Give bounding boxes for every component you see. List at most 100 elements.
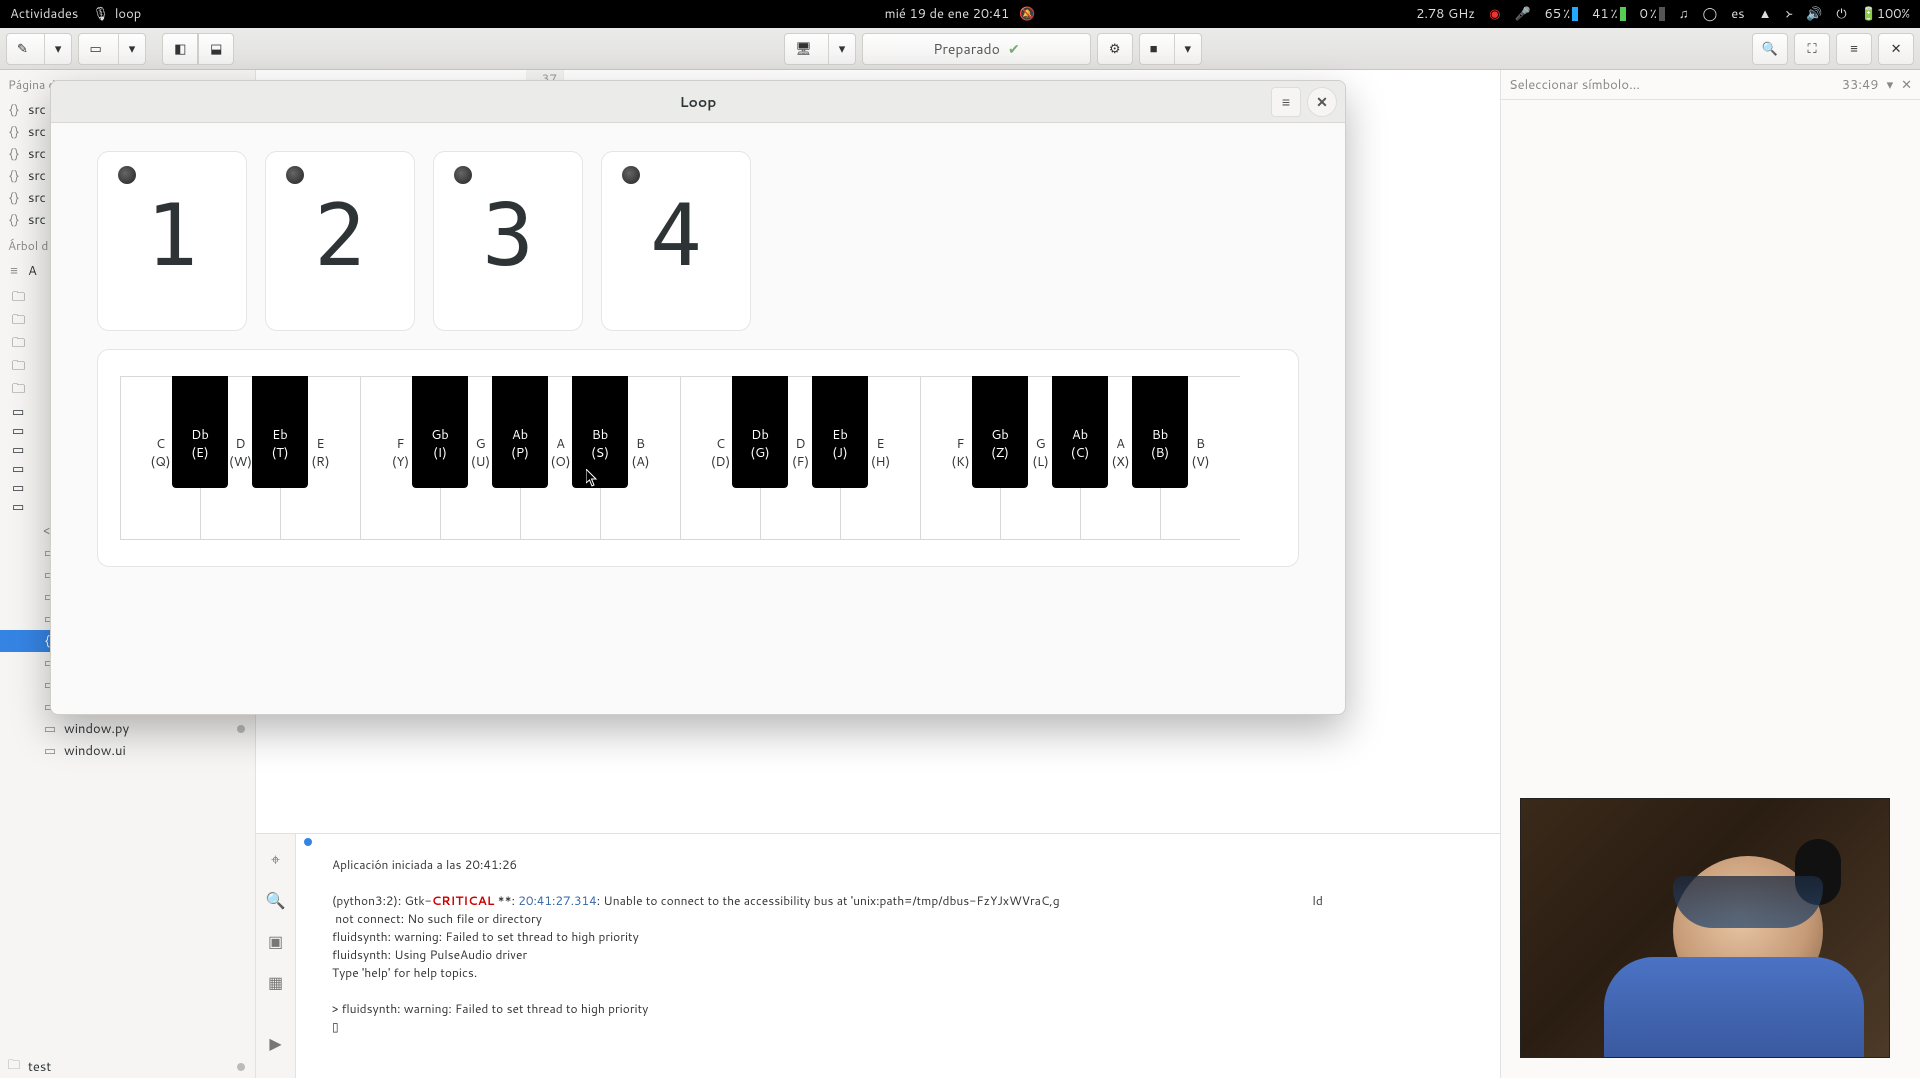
code-icon: {}: [6, 123, 22, 141]
key-label: A(X): [1111, 435, 1129, 471]
code-icon: {}: [6, 167, 22, 185]
file-type-icon: ▭: [42, 720, 58, 738]
music-icon[interactable]: ♫: [1679, 5, 1689, 23]
volume-icon[interactable]: 🔊: [1806, 5, 1822, 23]
black-key-Ab[interactable]: Ab(C): [1052, 376, 1108, 488]
black-key-Gb[interactable]: Gb(Z): [972, 376, 1028, 488]
loop-close-button[interactable]: ✕: [1307, 87, 1337, 117]
keyboard-layout[interactable]: es: [1731, 5, 1744, 23]
power-icon[interactable]: ⏻: [1836, 5, 1846, 23]
track-number: 4: [650, 186, 702, 286]
dropdown-icon[interactable]: ▾: [1887, 76, 1894, 94]
record-icon[interactable]: [118, 166, 136, 184]
activities-button[interactable]: Actividades: [10, 5, 78, 23]
track-number: 1: [146, 186, 198, 286]
track-1[interactable]: 1: [97, 151, 247, 331]
key-label: G(L): [1032, 435, 1049, 471]
tracks-row: 1 234: [97, 151, 1299, 331]
panel-close-button[interactable]: ✕: [1901, 76, 1912, 94]
test-folder[interactable]: 🗀test: [0, 1056, 255, 1078]
search-button[interactable]: 🔍: [1752, 33, 1788, 65]
terminal-icon[interactable]: ▣: [268, 930, 283, 953]
key-label: Bb(S): [591, 426, 609, 462]
record-icon[interactable]: [454, 166, 472, 184]
folder-icon: 🗀: [6, 1056, 22, 1078]
stop-button[interactable]: ■▾: [1139, 33, 1202, 65]
key-label: Gb(Z): [991, 426, 1009, 462]
mic-icon[interactable]: 🎤: [1514, 5, 1530, 23]
piano-container: C(Q)D(W)E(R)F(Y)G(U)A(O)B(A)C(D)D(F)E(H)…: [97, 349, 1299, 567]
file-window-py[interactable]: ▭window.py: [0, 718, 255, 740]
record-icon[interactable]: [622, 166, 640, 184]
search-icon[interactable]: 🔍: [266, 889, 286, 912]
app-indicator[interactable]: 🎙 loop: [92, 5, 141, 23]
track-2[interactable]: 2: [265, 151, 415, 331]
track-number: 2: [314, 186, 366, 286]
cpu-pct: 65٪: [1545, 5, 1579, 23]
key-label: Ab(C): [1071, 426, 1090, 462]
key-label: B(V): [1191, 435, 1209, 471]
open-button[interactable]: ▭▾: [78, 33, 146, 65]
panel-left-toggle[interactable]: ◧: [162, 33, 198, 65]
loop-menu-button[interactable]: ≡: [1271, 87, 1301, 117]
wifi-icon[interactable]: ▲: [1759, 5, 1772, 23]
mem-pct: 41٪: [1592, 5, 1626, 23]
status-dot-icon: ◉: [1489, 5, 1500, 23]
hamburger-menu-button[interactable]: ≡: [1836, 33, 1872, 65]
bluetooth-icon[interactable]: ᚛: [1786, 5, 1793, 23]
key-label: D(F): [792, 435, 809, 471]
record-icon[interactable]: [286, 166, 304, 184]
key-label: Eb(T): [271, 426, 288, 462]
track-3[interactable]: 3: [433, 151, 583, 331]
piano-keyboard: C(Q)D(W)E(R)F(Y)G(U)A(O)B(A)C(D)D(F)E(H)…: [120, 376, 1276, 540]
black-key-Gb[interactable]: Gb(I): [412, 376, 468, 488]
black-key-Eb[interactable]: Eb(J): [812, 376, 868, 488]
black-key-Bb[interactable]: Bb(B): [1132, 376, 1188, 488]
key-label: Db(E): [191, 426, 209, 462]
key-label: E(H): [871, 435, 891, 471]
run-icon[interactable]: ▶: [269, 1032, 281, 1055]
code-icon: {}: [6, 145, 22, 163]
fullscreen-button[interactable]: ⛶: [1794, 33, 1830, 65]
clock[interactable]: mié 19 de ene 20:41: [885, 5, 1010, 23]
loop-titlebar[interactable]: Loop ≡ ✕: [51, 81, 1345, 123]
webcam-overlay: [1520, 798, 1890, 1058]
a11y-icon[interactable]: ◯: [1703, 5, 1718, 23]
key-label: Ab(P): [511, 426, 529, 462]
key-label: E(R): [311, 435, 330, 471]
key-label: C(Q): [150, 435, 170, 471]
panel-bottom-toggle[interactable]: ⬓: [198, 33, 234, 65]
device-select[interactable]: 🖥▾: [784, 33, 856, 65]
loop-window: Loop ≡ ✕ 1234 C(Q)D(W)E(R)F(Y)G(U)A(O)B(…: [50, 80, 1346, 715]
battery[interactable]: 🔋100%: [1861, 5, 1910, 23]
black-key-Db[interactable]: Db(G): [732, 376, 788, 488]
symbol-search[interactable]: Seleccionar símbolo…: [1509, 76, 1640, 94]
list-icon: ≡: [6, 262, 22, 280]
grid-icon[interactable]: ▦: [268, 971, 283, 994]
swap-pct: 0٪: [1640, 5, 1665, 23]
key-label: Eb(J): [832, 426, 848, 462]
build-config-button[interactable]: ⚙: [1097, 33, 1133, 65]
file-name: window.ui: [64, 742, 126, 760]
console-output[interactable]: Aplicación iniciada a las 20:41:26 (pyth…: [296, 834, 1500, 1078]
black-key-Ab[interactable]: Ab(P): [492, 376, 548, 488]
locate-icon[interactable]: ⌖: [271, 848, 280, 871]
key-label: G(U): [471, 435, 490, 471]
file-window-ui[interactable]: ▭window.ui: [0, 740, 255, 762]
black-key-Db[interactable]: Db(E): [172, 376, 228, 488]
builder-toolbar: ✎▾ ▭▾ ◧ ⬓ 🖥▾ Preparado✔ ⚙ ■▾ 🔍 ⛶ ≡ ✕: [0, 28, 1920, 70]
track-4[interactable]: 4: [601, 151, 751, 331]
code-icon: {}: [6, 101, 22, 119]
notification-mute-icon[interactable]: 🔕: [1019, 5, 1035, 23]
key-label: D(W): [229, 435, 252, 471]
build-status[interactable]: Preparado✔: [862, 33, 1090, 65]
key-label: F(K): [951, 435, 969, 471]
key-label: F(Y): [392, 435, 409, 471]
code-icon: {}: [6, 211, 22, 229]
window-close-button[interactable]: ✕: [1878, 33, 1914, 65]
black-key-Eb[interactable]: Eb(T): [252, 376, 308, 488]
new-doc-button[interactable]: ✎▾: [6, 33, 72, 65]
console-rail: ⌖ 🔍 ▣ ▦ ▶: [256, 834, 296, 1078]
black-key-Bb[interactable]: Bb(S): [572, 376, 628, 488]
cpu-freq: 2.78 GHz: [1416, 5, 1475, 23]
